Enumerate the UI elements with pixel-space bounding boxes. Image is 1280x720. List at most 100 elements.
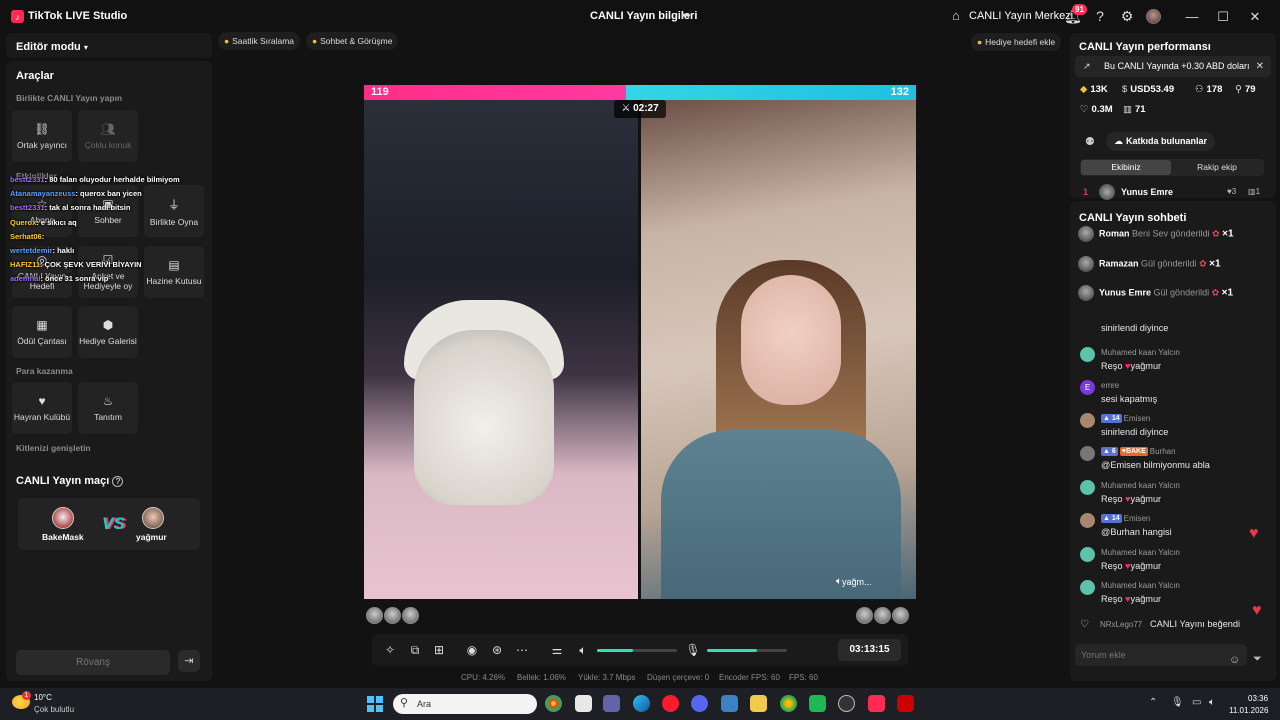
comment-input[interactable] bbox=[1075, 644, 1247, 666]
speaker-icon[interactable]: 🔈︎ bbox=[1209, 697, 1215, 708]
viewer-avatar[interactable] bbox=[402, 607, 419, 624]
encoder-fps-stat: Encoder FPS: 60 bbox=[719, 673, 780, 682]
tab-our-team[interactable]: Ekibiniz bbox=[1081, 160, 1171, 175]
speaker-volume-slider[interactable] bbox=[597, 649, 677, 652]
live-duration: 03:13:15 bbox=[838, 639, 901, 661]
app-icon[interactable] bbox=[838, 695, 855, 712]
treasure-box-button[interactable]: ▤ Hazine Kutusu bbox=[144, 246, 204, 298]
chat-username: Muhamed kaan Yalcın bbox=[1101, 481, 1180, 490]
help-icon[interactable]: ? bbox=[1091, 7, 1109, 25]
share-icon[interactable]: ➦ bbox=[681, 8, 695, 22]
viewer-avatar[interactable] bbox=[874, 607, 891, 624]
chat-message[interactable]: ▲ 14 Emisen @Burhan hangisi bbox=[1080, 513, 1270, 543]
gift-row[interactable]: Ramazan Gül gönderildi ✿ ×1 bbox=[1078, 255, 1221, 274]
overlay-chat-line: wertetdemir: haklı bbox=[10, 246, 74, 255]
add-source-icon[interactable]: ⊞ bbox=[431, 642, 447, 658]
chrome-icon[interactable] bbox=[545, 695, 562, 712]
viewer-avatar[interactable] bbox=[892, 607, 909, 624]
more-icon[interactable]: ⋯ bbox=[514, 642, 530, 658]
poll-gift-button[interactable]: ☑ Anket ve Hediyeyle oy bbox=[78, 246, 138, 298]
play-together-button[interactable]: ⏚ Birlikte Oyna bbox=[144, 185, 204, 237]
chat-message[interactable]: Muhamed kaan Yalcın Reşo ♥yağmur bbox=[1080, 347, 1270, 377]
gift-gallery-button[interactable]: ⬢ Hediye Galerisi bbox=[78, 306, 138, 358]
windows-start-icon[interactable] bbox=[367, 696, 383, 712]
microphone-icon[interactable]: 🎙︎ bbox=[1171, 697, 1184, 708]
right-top-viewers bbox=[856, 607, 909, 624]
sliders-icon[interactable]: ⚌ bbox=[549, 642, 565, 658]
bulb-icon: ● bbox=[977, 37, 983, 47]
mail-icon[interactable] bbox=[721, 695, 738, 712]
hourly-rank-chip[interactable]: ● Saatlik Sıralama bbox=[218, 32, 301, 50]
tab-rival-team[interactable]: Rakip ekip bbox=[1172, 160, 1262, 175]
gift-row[interactable]: Roman Beni Sev gönderildi ✿ ×1 bbox=[1078, 226, 1234, 244]
chrome-icon[interactable] bbox=[780, 695, 797, 712]
speaker-icon[interactable]: 🔈︎ bbox=[575, 642, 591, 658]
promo-button[interactable]: ♨ Tanıtım bbox=[78, 382, 138, 434]
chat-message[interactable]: ▲ 6 ♥BAKE Burhan @Emisen bilmiyonmu abla bbox=[1080, 446, 1270, 476]
taskbar-search[interactable]: Ara bbox=[393, 694, 537, 714]
folder-icon[interactable] bbox=[750, 695, 767, 712]
viewer-avatar[interactable] bbox=[384, 607, 401, 624]
microphone-icon[interactable]: 🎙︎ bbox=[685, 642, 701, 658]
chat-message[interactable]: Muhamed kaan Yalcın Reşo ♥yağmur bbox=[1080, 480, 1270, 510]
guest-name: yağm... bbox=[842, 577, 872, 587]
maximize-button[interactable]: ☐ bbox=[1213, 7, 1233, 27]
reward-bag-button[interactable]: ▦ Ödül Çantası bbox=[12, 306, 72, 358]
mic-volume-slider[interactable] bbox=[707, 649, 787, 652]
camera-switch-icon[interactable]: ⊛ bbox=[489, 642, 505, 658]
chat-message[interactable]: Muhamed kaan Yalcın Reşo ♥yağmur bbox=[1080, 547, 1270, 577]
contributor-row[interactable]: 1 Yunus Emre ♥3 ▥1 bbox=[1070, 183, 1276, 201]
revenue-notice[interactable]: ↗ Bu CANLI Yayında +0.30 ABD doları ✕ bbox=[1075, 56, 1271, 77]
tiktok-icon[interactable] bbox=[868, 695, 885, 712]
chat-text: @Burhan hangisi bbox=[1101, 527, 1172, 537]
chevron-up-icon[interactable]: ⌃ bbox=[1149, 697, 1157, 708]
host-camera bbox=[364, 100, 638, 599]
live-center-button[interactable]: CANLI Yayın Merkezi bbox=[969, 10, 1073, 22]
close-button[interactable]: ✕ bbox=[1245, 7, 1265, 27]
gear-icon[interactable]: ⚙ bbox=[1118, 7, 1136, 25]
close-icon[interactable]: ✕ bbox=[1256, 56, 1264, 77]
help-icon[interactable]: ? bbox=[112, 476, 124, 487]
viewer-avatar[interactable] bbox=[856, 607, 873, 624]
emoji-icon[interactable]: ☺ bbox=[1229, 654, 1240, 666]
filter-icon[interactable]: ⏷ bbox=[1253, 653, 1262, 666]
score-bar: 119 132 bbox=[364, 85, 916, 100]
gift-text: Gül gönderildi bbox=[1141, 257, 1197, 268]
rematch-button[interactable]: Rövanş bbox=[16, 650, 170, 675]
fan-club-button[interactable]: ♥ Hayran Kulübü bbox=[12, 382, 72, 434]
magic-wand-icon[interactable]: ✧ bbox=[382, 642, 398, 658]
chat-user-line: Muhamed kaan Yalcın bbox=[1101, 548, 1180, 557]
discord-icon[interactable] bbox=[691, 695, 708, 712]
chat-message[interactable]: Muhamed kaan Yalcın Reşo ♥yağmur bbox=[1080, 580, 1270, 610]
edge-icon[interactable] bbox=[633, 695, 650, 712]
editor-mode-dropdown[interactable]: Editör modu ▾ bbox=[6, 33, 212, 58]
youtube-icon[interactable] bbox=[897, 695, 914, 712]
match-card[interactable]: BakeMask VS yağmur bbox=[18, 498, 200, 550]
opera-icon[interactable] bbox=[662, 695, 679, 712]
exit-icon[interactable]: ⇥ bbox=[178, 650, 200, 672]
chat-message[interactable]: sinirlendi diyince bbox=[1080, 319, 1270, 349]
teams-icon[interactable] bbox=[603, 695, 620, 712]
match-title: CANLI Yayın maçı ? bbox=[16, 475, 124, 487]
chat-text-2: yağmur bbox=[1130, 494, 1162, 504]
app-icon[interactable] bbox=[575, 695, 592, 712]
chat-message[interactable]: ▲ 14 Emisen sinirlendi diyince bbox=[1080, 413, 1270, 443]
like-user: NRxLego77 bbox=[1100, 620, 1143, 629]
user-settings-icon[interactable]: ⚉ bbox=[1085, 135, 1095, 148]
profile-avatar[interactable] bbox=[1146, 9, 1161, 24]
home-icon[interactable]: ⌂ bbox=[952, 8, 960, 23]
record-icon[interactable]: ◉ bbox=[464, 642, 480, 658]
contributors-button[interactable]: ☁ Katkıda bulunanlar bbox=[1106, 132, 1216, 151]
dropped-frames-stat: Düşen çerçeve: 0 bbox=[647, 673, 710, 682]
gift-goal-chip[interactable]: ● Hediye hedefi ekle bbox=[971, 33, 1062, 51]
gift-row[interactable]: Yunus Emre Gül gönderildi ✿ ×1 bbox=[1078, 285, 1233, 303]
chat-meet-chip[interactable]: ● Sohbet & Görüşme bbox=[306, 32, 399, 50]
monitor-icon[interactable]: ▭ bbox=[1192, 697, 1201, 708]
app-icon[interactable] bbox=[809, 695, 826, 712]
chat-message[interactable]: Eemre sesi kapatmış bbox=[1080, 380, 1270, 410]
minimize-button[interactable]: — bbox=[1182, 7, 1202, 27]
cohost-button[interactable]: ⛓ Ortak yayıncı bbox=[12, 110, 72, 162]
multi-guest-button[interactable]: 👥︎ Çoklu konuk bbox=[78, 110, 138, 162]
viewer-avatar[interactable] bbox=[366, 607, 383, 624]
scene-edit-icon[interactable]: ⧉ bbox=[407, 642, 423, 658]
